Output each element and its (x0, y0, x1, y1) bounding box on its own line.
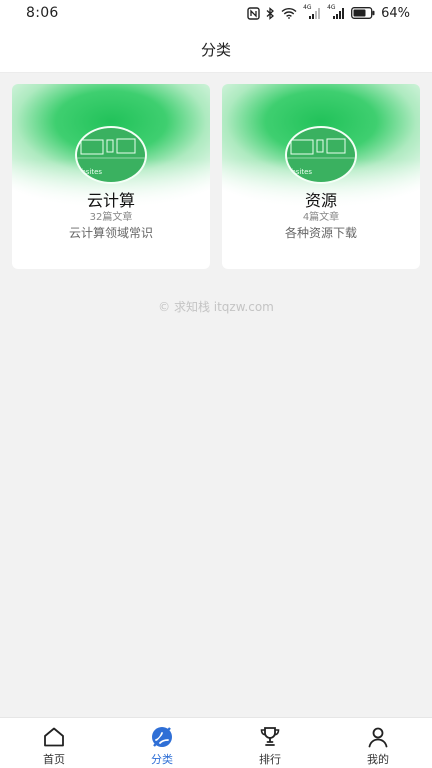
nav-label: 首页 (43, 753, 65, 766)
category-grid: ebsites 云计算 32篇文章 云计算领域常识 ebsites 资源 4篇文… (12, 84, 420, 269)
nav-item-home[interactable]: 首页 (0, 718, 108, 768)
category-article-count: 4篇文章 (302, 212, 340, 223)
signal-icon (309, 7, 321, 19)
trophy-icon (260, 727, 280, 746)
category-thumbnail: ebsites (285, 126, 357, 184)
nav-label: 我的 (367, 753, 389, 766)
signal-group-2: 4G (327, 4, 345, 20)
status-time: 8:06 (26, 5, 59, 21)
signal-group-1: 4G (303, 4, 321, 20)
nav-item-ranking[interactable]: 排行 (216, 718, 324, 768)
nfc-icon (247, 6, 260, 20)
header: 分类 (0, 26, 432, 73)
category-article-count: 32篇文章 (89, 212, 133, 223)
page-title: 分类 (200, 40, 231, 59)
thumbnail-caption: ebsites (77, 168, 103, 176)
nav-item-category[interactable]: 分类 (108, 718, 216, 768)
nav-label: 分类 (151, 753, 173, 766)
thumbnail-caption: ebsites (287, 168, 313, 176)
wifi-icon (281, 7, 297, 19)
category-description: 云计算领域常识 (68, 226, 153, 240)
bottom-nav: 首页 分类 排行 我的 (0, 717, 432, 768)
copyright-text: © 求知栈 itqzw.com (158, 300, 274, 314)
status-bar: 8:06 4G 4G 64% (0, 0, 432, 26)
category-card-cloud[interactable]: ebsites 云计算 32篇文章 云计算领域常识 (12, 84, 210, 269)
user-icon (368, 727, 388, 748)
category-icon (152, 727, 172, 747)
bluetooth-icon (266, 6, 275, 20)
nav-item-profile[interactable]: 我的 (324, 718, 432, 768)
status-icons: 4G 4G 64% (247, 4, 410, 21)
battery-icon (351, 7, 375, 19)
nav-label: 排行 (259, 753, 281, 766)
home-icon (44, 727, 64, 747)
battery-percent: 64% (381, 5, 410, 21)
category-card-resources[interactable]: ebsites 资源 4篇文章 各种资源下载 (222, 84, 420, 269)
category-thumbnail: ebsites (75, 126, 147, 184)
signal-icon (333, 7, 345, 19)
category-description: 各种资源下载 (284, 226, 357, 240)
